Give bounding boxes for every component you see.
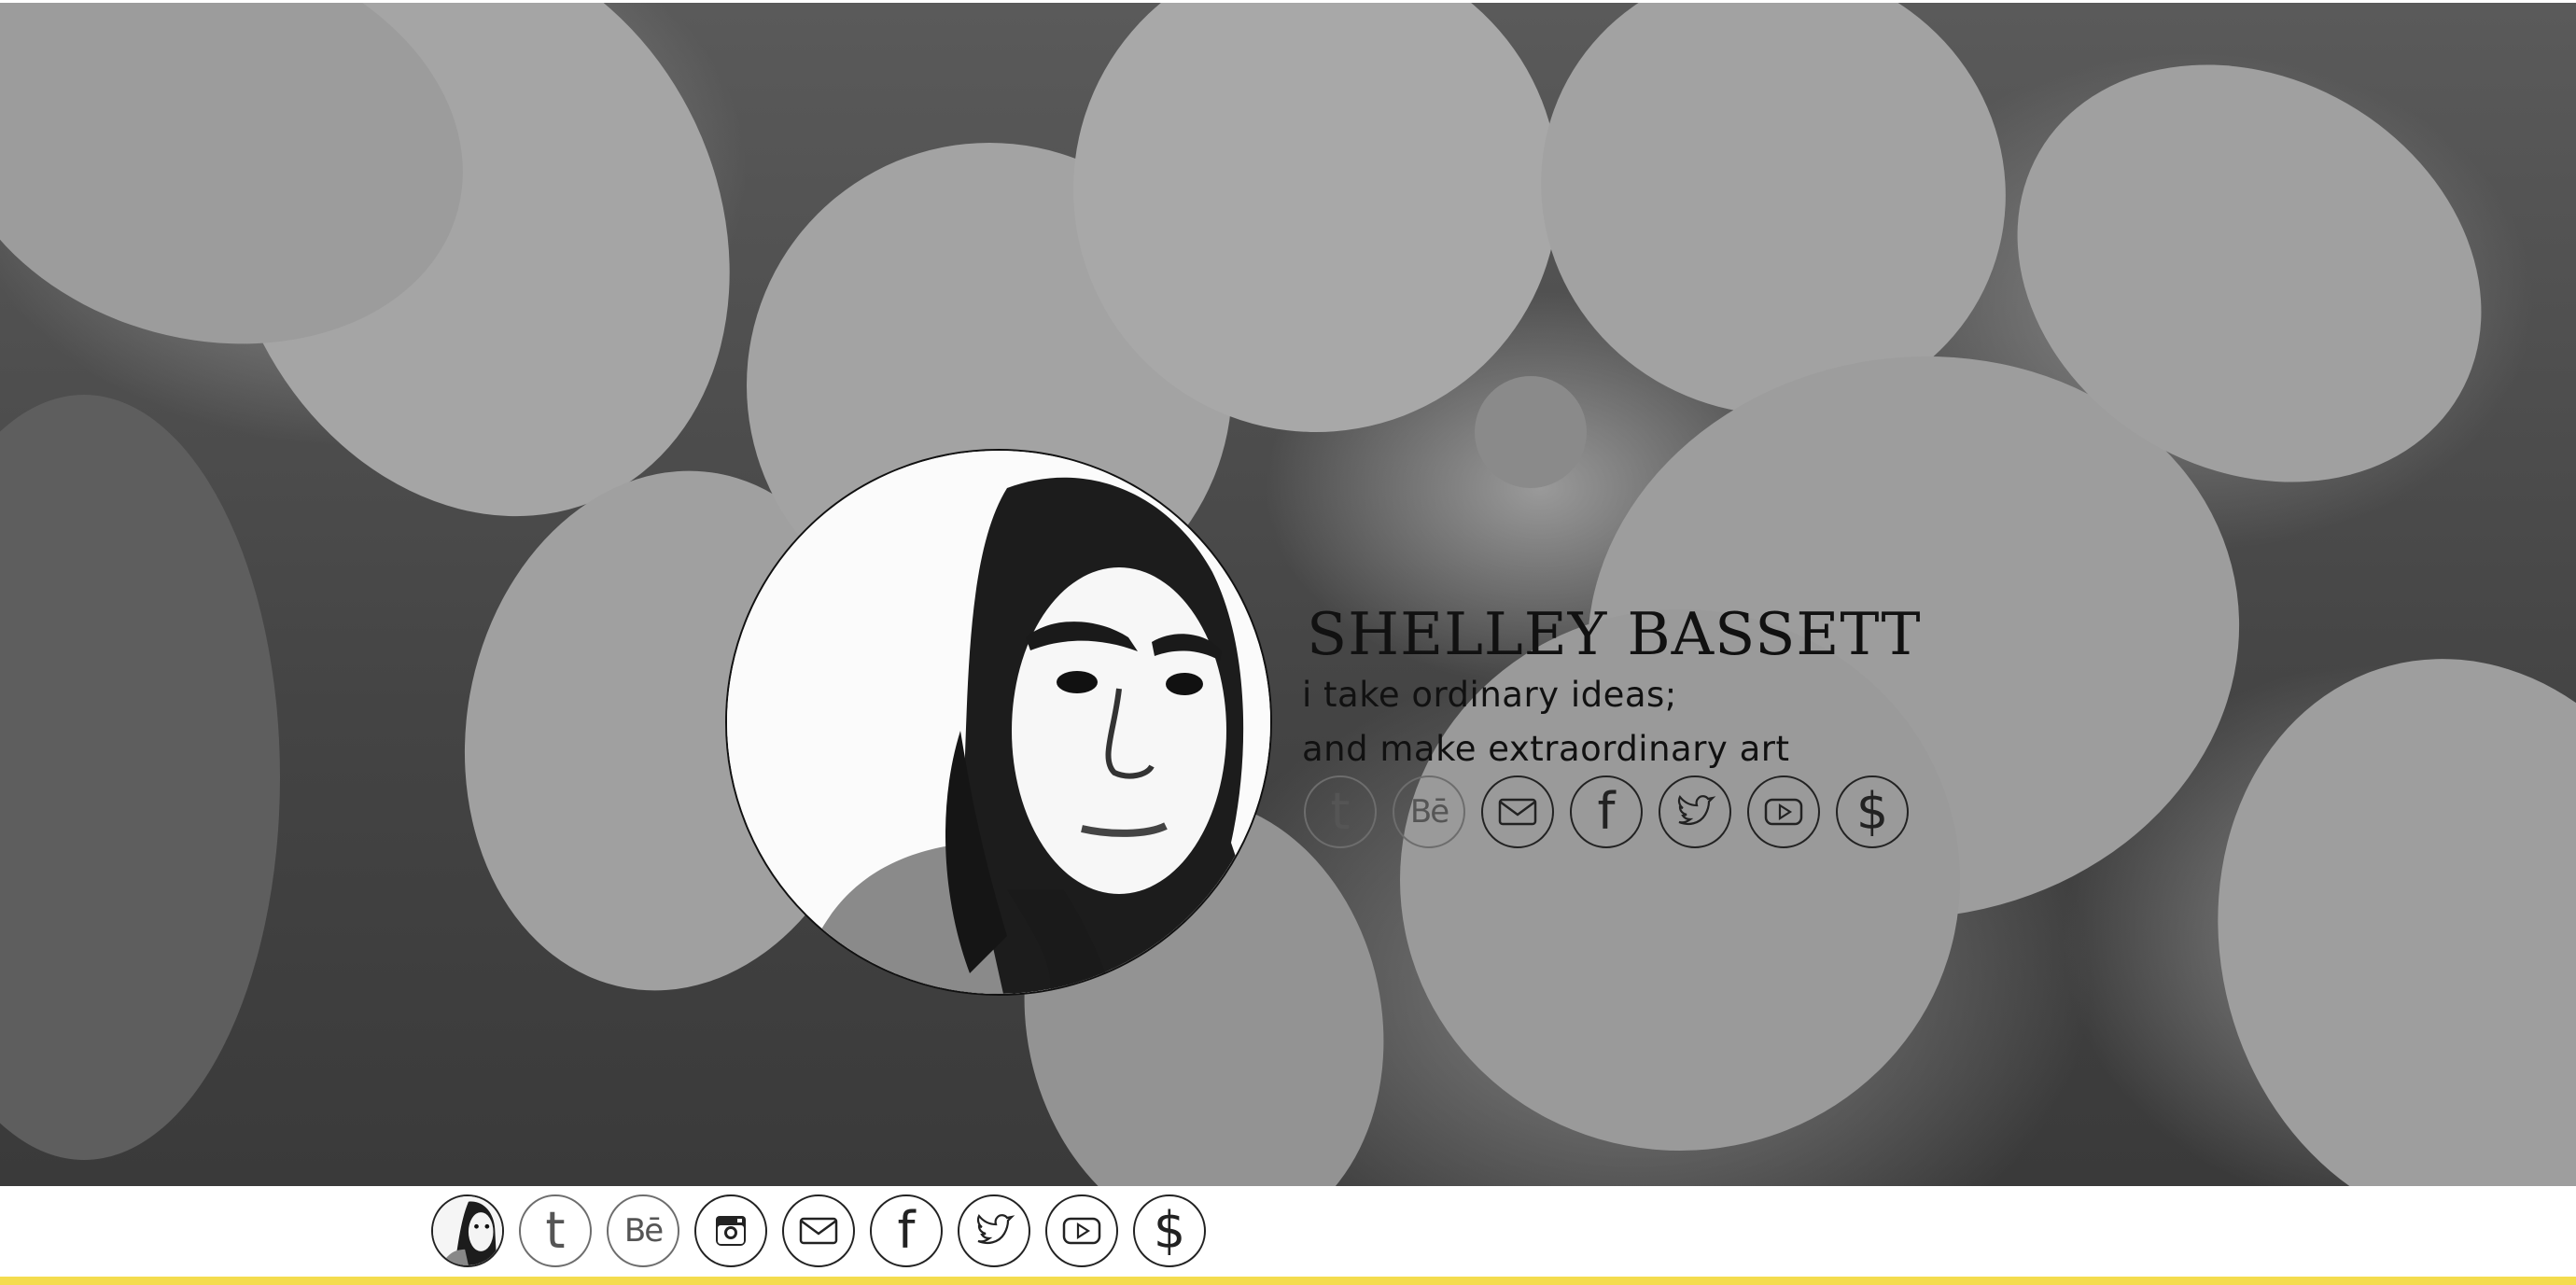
- twitter-icon[interactable]: [958, 1194, 1030, 1267]
- email-glyph: [799, 1217, 838, 1245]
- hero-social-icons: t Bē f $: [1304, 775, 1909, 848]
- hero-banner: SHELLEY BASSETT i take ordinary ideas; a…: [0, 3, 2576, 1186]
- accent-rule: [0, 1277, 2576, 1285]
- instagram-icon[interactable]: [694, 1194, 767, 1267]
- email-icon[interactable]: [782, 1194, 855, 1267]
- twitter-icon[interactable]: [1659, 775, 1731, 848]
- tagline-line-2: and make extraordinary art: [1302, 729, 1790, 769]
- youtube-glyph: [1062, 1217, 1101, 1245]
- email-icon[interactable]: [1481, 775, 1554, 848]
- tumblr-icon[interactable]: t: [1304, 775, 1377, 848]
- youtube-glyph: [1764, 798, 1803, 826]
- profile-photo: [725, 449, 1272, 996]
- twitter-glyph: [976, 1213, 1015, 1244]
- behance-icon[interactable]: Bē: [1393, 775, 1465, 848]
- facebook-icon[interactable]: f: [1570, 775, 1643, 848]
- email-glyph: [1498, 798, 1537, 826]
- youtube-icon[interactable]: [1045, 1194, 1118, 1267]
- portrait-illustration: [727, 451, 1270, 994]
- avatar[interactable]: [431, 1194, 504, 1267]
- flower-petal: [0, 395, 280, 1160]
- instagram-glyph: [716, 1216, 746, 1246]
- profile-name: SHELLEY BASSETT: [1307, 600, 1922, 668]
- facebook-icon[interactable]: f: [870, 1194, 943, 1267]
- tagline-line-1: i take ordinary ideas;: [1302, 675, 1677, 715]
- avatar-glyph: [433, 1196, 502, 1265]
- twitter-glyph: [1677, 794, 1716, 825]
- tumblr-icon[interactable]: t: [519, 1194, 592, 1267]
- flower-center: [1475, 376, 1587, 488]
- dollar-icon[interactable]: $: [1133, 1194, 1206, 1267]
- behance-icon[interactable]: Bē: [607, 1194, 679, 1267]
- bottom-social-bar: t Bē f $: [431, 1194, 1206, 1267]
- dollar-icon[interactable]: $: [1836, 775, 1909, 848]
- youtube-icon[interactable]: [1747, 775, 1820, 848]
